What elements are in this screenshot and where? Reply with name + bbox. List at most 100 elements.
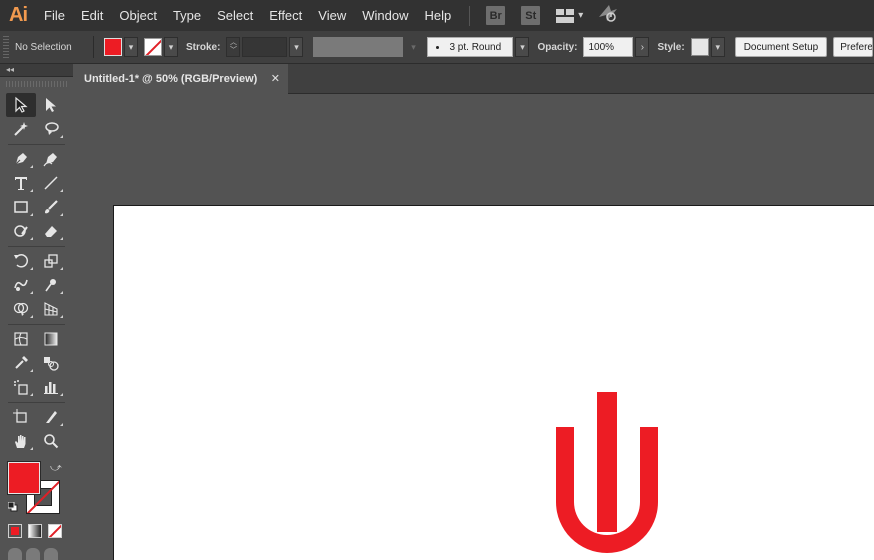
none-mode-button[interactable] [48,524,62,538]
eraser-tool[interactable] [36,219,66,243]
column-graph-tool[interactable] [36,375,66,399]
stroke-color-control[interactable]: ▾ [144,37,178,57]
submenu-corner-icon [30,315,33,318]
graphic-style-swatch[interactable] [690,38,709,56]
shaper-icon [14,225,28,237]
default-fill-stroke-icon[interactable] [8,502,18,512]
opacity-label[interactable]: Opacity: [537,42,577,53]
opacity-arrow-button[interactable]: › [635,37,650,57]
submenu-corner-icon [60,423,63,426]
chevron-down-icon[interactable]: ﹀ [230,47,237,55]
submenu-corner-icon [30,369,33,372]
mesh-tool[interactable] [6,327,36,351]
tools-grip[interactable] [6,81,67,87]
swap-fill-stroke-icon[interactable]: ⤻ [50,462,62,475]
selection-tool[interactable] [6,93,36,117]
draw-inside-icon[interactable] [44,548,58,560]
submenu-corner-icon [30,213,33,216]
gradient-mode-button[interactable] [28,524,42,538]
mesh-icon [14,332,28,346]
fill-swatch[interactable] [104,38,122,56]
tool-row [6,375,66,399]
blend-tool[interactable] [36,351,66,375]
color-mode-button[interactable] [8,524,22,538]
menu-help[interactable]: Help [416,0,459,31]
close-icon[interactable]: ✕ [271,72,280,85]
direct-selection-tool[interactable] [36,93,66,117]
curvature-tool[interactable] [36,147,66,171]
puppet-warp-tool[interactable] [36,273,66,297]
stroke-label[interactable]: Stroke: [186,42,220,53]
symbol-sprayer-tool[interactable] [6,375,36,399]
submenu-corner-icon [60,135,63,138]
stroke-weight-dropdown[interactable]: ▾ [289,37,304,57]
menu-view[interactable]: View [310,0,354,31]
stock-button[interactable]: St [521,6,541,25]
line-segment-tool[interactable] [36,171,66,195]
scale-icon [44,254,58,268]
arrange-documents-button[interactable]: ▾ [556,8,583,23]
stroke-weight-field[interactable] [242,37,288,57]
red-logo-shape[interactable] [556,392,658,554]
graphic-style-dropdown[interactable]: ▾ [710,37,725,57]
tools-collapse-button[interactable]: ◂◂ [0,64,73,77]
chevron-down-icon[interactable]: ▾ [124,37,138,57]
tool-row [6,273,66,297]
opacity-field[interactable]: 100% [583,37,634,57]
variable-width-profile-field[interactable] [313,37,404,57]
menu-object[interactable]: Object [111,0,165,31]
draw-behind-icon[interactable] [26,548,40,560]
shaper-tool[interactable] [6,219,36,243]
type-tool[interactable] [6,171,36,195]
menu-select[interactable]: Select [209,0,261,31]
curvature-pen-icon [43,153,57,167]
magic-wand-tool[interactable] [6,117,36,141]
tools-panel: ◂◂ ⤻ [0,64,73,560]
control-bar-grip[interactable] [3,36,9,58]
zoom-tool[interactable] [36,429,66,453]
bridge-button[interactable]: Br [486,6,506,25]
menu-edit[interactable]: Edit [73,0,111,31]
preferences-button[interactable]: Prefere [833,37,874,57]
document-tab[interactable]: Untitled-1* @ 50% (RGB/Preview) ✕ [74,64,288,94]
menu-window[interactable]: Window [354,0,416,31]
rotate-icon [14,254,29,268]
scale-tool[interactable] [36,249,66,273]
gradient-tool[interactable] [36,327,66,351]
slice-tool[interactable] [36,405,66,429]
hand-tool[interactable] [6,429,36,453]
eyedropper-tool[interactable] [6,351,36,375]
menu-effect[interactable]: Effect [261,0,310,31]
stroke-swatch[interactable] [144,38,162,56]
chevron-down-icon[interactable]: ▾ [407,42,419,53]
document-setup-button[interactable]: Document Setup [734,37,828,57]
brush-definition-field[interactable]: 3 pt. Round [427,37,514,57]
submenu-corner-icon [30,165,33,168]
chevron-up-icon[interactable]: ︿ [230,39,237,47]
warp-tool[interactable] [6,273,36,297]
artboard-tool[interactable] [6,405,36,429]
lasso-tool[interactable] [36,117,66,141]
shape-builder-tool[interactable] [6,297,36,321]
gpu-performance-icon[interactable] [597,3,619,28]
tool-divider [8,144,65,145]
control-divider [93,36,94,58]
chevron-down-icon[interactable]: ▾ [164,37,178,57]
paintbrush-tool[interactable] [36,195,66,219]
rotate-tool[interactable] [6,249,36,273]
fill-color-box[interactable] [8,462,40,494]
menu-file[interactable]: File [36,0,73,31]
submenu-corner-icon [30,291,33,294]
pen-tool[interactable] [6,147,36,171]
menu-type[interactable]: Type [165,0,209,31]
tool-row [6,93,66,117]
stroke-weight-stepper[interactable]: ︿ ﹀ [226,37,241,57]
brush-dropdown[interactable]: ▾ [515,37,530,57]
artboard[interactable] [113,205,874,560]
canvas-area[interactable] [74,94,874,560]
rectangle-tool[interactable] [6,195,36,219]
draw-normal-icon[interactable] [8,548,22,560]
fill-color-control[interactable]: ▾ [104,37,138,57]
document-tab-title: Untitled-1* @ 50% (RGB/Preview) [84,73,258,85]
perspective-grid-tool[interactable] [36,297,66,321]
